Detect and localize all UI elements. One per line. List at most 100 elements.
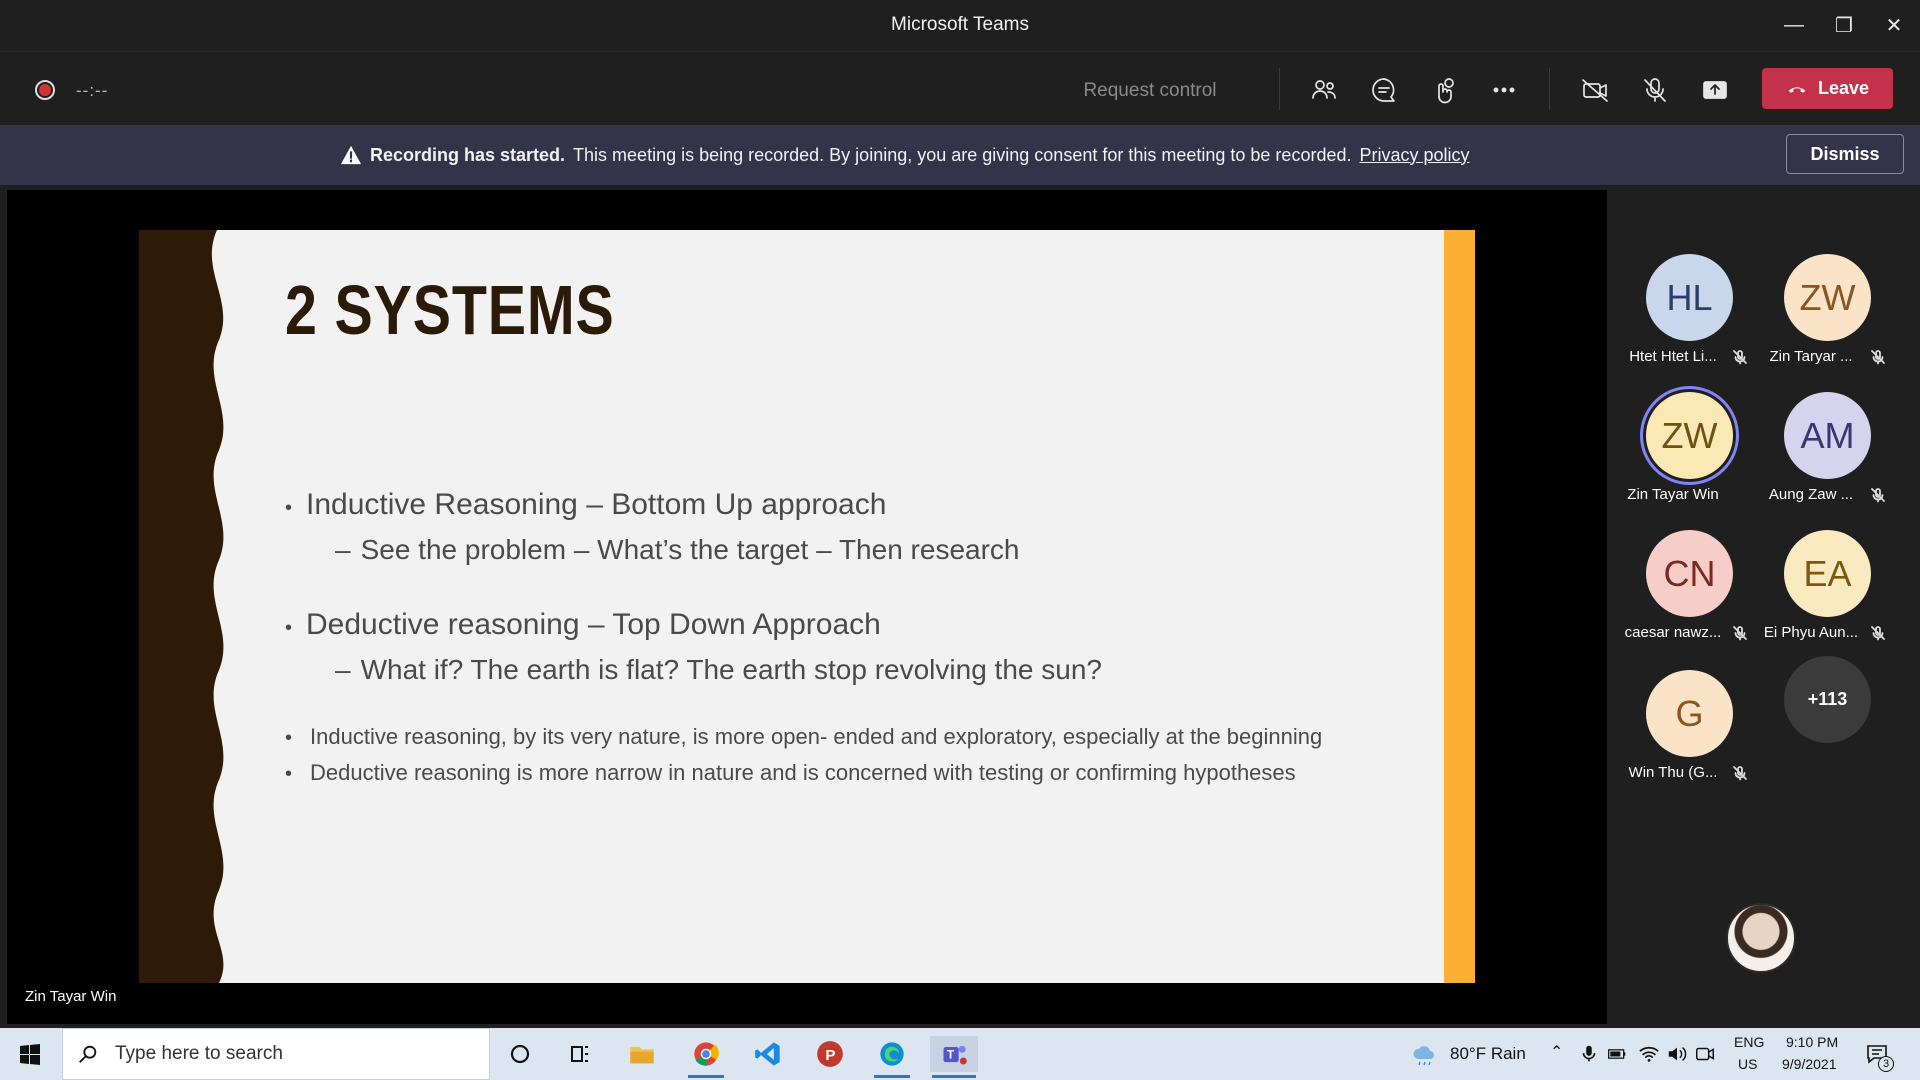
muted-mic-icon <box>1732 765 1748 781</box>
chat-button[interactable] <box>1366 72 1402 108</box>
participant-name: Zin Taryar ... <box>1769 348 1853 365</box>
slide-title: 2 SYSTEMS <box>285 271 615 349</box>
participant-avatar: ZW <box>1784 254 1871 341</box>
participant-avatar: ZW <box>1646 392 1733 479</box>
participant-name: caesar nawz... <box>1624 624 1722 641</box>
participant-avatar: EA <box>1784 530 1871 617</box>
leave-label: Leave <box>1817 78 1870 98</box>
weather-text[interactable]: 80°F Rain <box>1450 1044 1526 1064</box>
show-hidden-icons-button[interactable]: ⌃ <box>1550 1042 1563 1062</box>
sub-bullet-text: See the problem – What’s the target – Th… <box>360 534 1020 565</box>
participant-name: Htet Htet Li... <box>1629 348 1717 365</box>
participant-gallery: HL Htet Htet Li... ZW Zin Taryar ... ZW Zin T… <box>1613 190 1920 1024</box>
clock-time[interactable]: 9:10 PM <box>1786 1034 1838 1050</box>
minimize-button[interactable]: — <box>1768 0 1820 51</box>
taskbar-search-box[interactable]: Type here to search <box>62 1028 490 1080</box>
microphone-tray-icon[interactable] <box>1578 1043 1600 1065</box>
meeting-timer: --:-- <box>76 81 109 100</box>
microphone-button[interactable] <box>1637 72 1673 108</box>
title-bar: Microsoft Teams — ❐ ✕ <box>0 0 1920 51</box>
participant-tile[interactable]: +113 <box>1751 656 1889 794</box>
participant-tile[interactable]: HL Htet Htet Li... <box>1613 240 1751 378</box>
muted-mic-icon <box>1870 487 1886 503</box>
more-participants-count[interactable]: +113 <box>1784 656 1871 743</box>
presentation-slide: 2 SYSTEMS • Inductive Reasoning – Bottom … <box>139 230 1475 983</box>
app-p-button[interactable]: P <box>810 1036 850 1072</box>
teams-button[interactable]: T <box>930 1036 978 1078</box>
slide-right-band <box>1444 230 1475 983</box>
presenter-name-label: Zin Tayar Win <box>25 988 117 1005</box>
edge-icon <box>880 1042 904 1066</box>
edge-button[interactable] <box>872 1036 912 1078</box>
privacy-policy-link[interactable]: Privacy policy <box>1359 145 1469 166</box>
share-content-button[interactable] <box>1697 72 1733 108</box>
language-bottom[interactable]: US <box>1738 1056 1757 1072</box>
bullet-item: • Inductive Reasoning – Bottom Up approac… <box>285 488 887 521</box>
banner-text: This meeting is being recorded. By joini… <box>573 144 1352 165</box>
restore-button[interactable]: ❐ <box>1818 0 1870 51</box>
divider <box>1279 68 1280 110</box>
participant-avatar: AM <box>1784 392 1871 479</box>
chrome-icon <box>694 1042 719 1066</box>
vscode-button[interactable] <box>748 1036 788 1072</box>
recording-indicator-icon <box>35 80 55 100</box>
participant-tile[interactable]: EA Ei Phyu Aun... <box>1751 516 1889 654</box>
bullet-text: Deductive reasoning – Top Down Approach <box>306 608 881 641</box>
participant-tile[interactable]: CN caesar nawz... <box>1613 516 1751 654</box>
chrome-button[interactable] <box>686 1036 726 1078</box>
task-view-button[interactable] <box>560 1036 600 1072</box>
start-button[interactable] <box>10 1036 50 1072</box>
participant-tile[interactable]: ZW Zin Tayar Win <box>1613 378 1751 516</box>
self-video-avatar[interactable] <box>1726 903 1796 973</box>
more-actions-button[interactable] <box>1486 72 1522 108</box>
vscode-icon <box>755 1042 780 1066</box>
bullet-text: Deductive reasoning is more narrow in na… <box>310 760 1296 785</box>
battery-icon[interactable] <box>1606 1044 1628 1064</box>
active-app-underline <box>874 1075 910 1078</box>
participant-name: Zin Tayar Win <box>1627 486 1719 503</box>
reactions-button[interactable] <box>1426 72 1462 108</box>
participant-name: Ei Phyu Aun... <box>1763 624 1859 641</box>
bullet-text: Inductive Reasoning – Bottom Up approach <box>306 488 887 521</box>
banner-message: Recording has started. This meeting is b… <box>340 144 1470 166</box>
bullet-item: • Inductive reasoning, by its very nature… <box>285 724 1323 749</box>
search-placeholder: Type here to search <box>115 1043 283 1064</box>
participant-tile[interactable]: AM Aung Zaw ... <box>1751 378 1889 516</box>
sub-bullet-item: – See the problem – What’s the target – T… <box>335 534 1020 565</box>
participant-avatar: G <box>1646 670 1733 757</box>
file-explorer-button[interactable] <box>622 1036 662 1072</box>
camera-off-icon <box>1582 79 1608 102</box>
participant-avatar: CN <box>1646 530 1733 617</box>
dismiss-button[interactable]: Dismiss <box>1786 134 1904 174</box>
participant-name: Aung Zaw ... <box>1768 486 1854 503</box>
clock-date[interactable]: 9/9/2021 <box>1782 1056 1837 1072</box>
participant-tile[interactable]: ZW Zin Taryar ... <box>1751 240 1889 378</box>
request-control-button[interactable]: Request control <box>1060 80 1240 102</box>
muted-mic-icon <box>1870 349 1886 365</box>
slide-left-wave-band <box>139 230 224 983</box>
mic-off-icon <box>1644 78 1666 102</box>
participant-name: Win Thu (G... <box>1628 764 1718 781</box>
active-app-underline <box>688 1075 724 1078</box>
rain-cloud-icon <box>1413 1046 1434 1066</box>
teams-icon: T <box>943 1045 967 1065</box>
participants-button[interactable] <box>1306 72 1342 108</box>
participant-tile[interactable]: G Win Thu (G... <box>1613 656 1751 794</box>
wifi-icon[interactable] <box>1638 1043 1660 1065</box>
camera-button[interactable] <box>1577 72 1613 108</box>
people-icon <box>1312 80 1336 99</box>
task-view-icon <box>571 1046 588 1062</box>
search-icon <box>79 1045 97 1063</box>
cortana-icon <box>510 1044 530 1064</box>
cortana-button[interactable] <box>500 1036 540 1072</box>
language-top[interactable]: ENG <box>1734 1034 1764 1050</box>
muted-mic-icon <box>1732 625 1748 641</box>
more-icon <box>1493 87 1515 93</box>
slide-bullet-list: • Inductive Reasoning – Bottom Up approac… <box>285 488 1322 786</box>
bullet-item: • Deductive reasoning – Top Down Approach <box>285 608 881 641</box>
volume-icon[interactable] <box>1666 1043 1688 1065</box>
close-window-button[interactable]: ✕ <box>1868 0 1920 51</box>
leave-button[interactable]: Leave <box>1762 68 1893 109</box>
meet-now-icon[interactable] <box>1694 1043 1716 1065</box>
svg-text:P: P <box>825 1047 835 1064</box>
